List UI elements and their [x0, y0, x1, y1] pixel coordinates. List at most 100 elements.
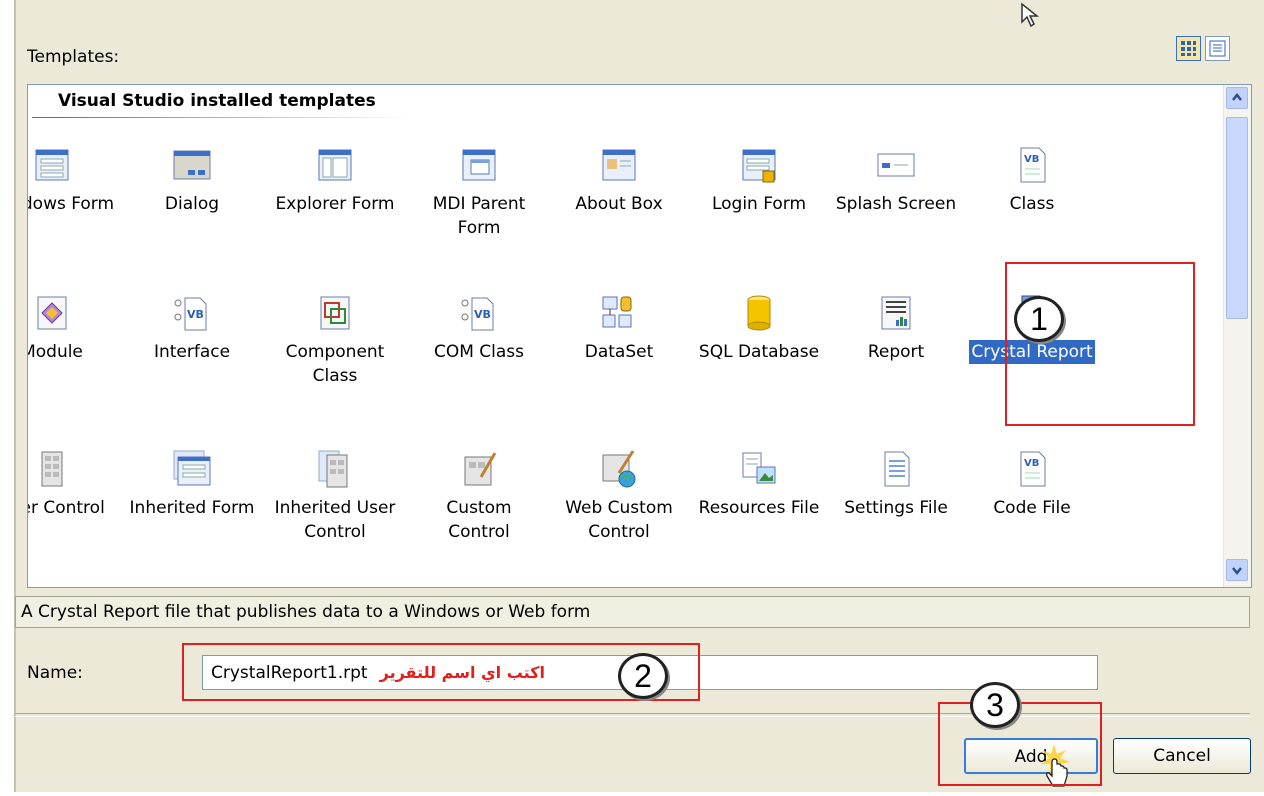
template-item-dialog[interactable]: Dialog — [121, 145, 263, 216]
template-label: Inherited User Control — [274, 498, 396, 542]
template-item-custom-control[interactable]: Custom Control — [408, 449, 550, 544]
separator — [15, 713, 1250, 717]
template-label: User Control — [28, 498, 105, 518]
template-label: Login Form — [711, 194, 807, 214]
large-icons-view-icon — [1181, 41, 1196, 56]
scroll-up-button[interactable] — [1226, 87, 1248, 109]
inherited-user-control-icon — [318, 450, 348, 488]
template-item-explorer-form[interactable]: Explorer Form — [264, 145, 406, 216]
add-button[interactable]: Add — [964, 738, 1098, 774]
list-view-icon — [1209, 40, 1226, 57]
com-class-icon: VB — [461, 297, 494, 331]
dialog-left-edge — [14, 0, 16, 792]
template-item-sql-database[interactable]: SQL Database — [688, 293, 830, 364]
template-item-vb-code-file[interactable]: VB Code File — [961, 449, 1103, 520]
cancel-button[interactable]: Cancel — [1113, 738, 1251, 774]
template-item-report[interactable]: Report — [825, 293, 967, 364]
template-label: Explorer Form — [275, 194, 395, 214]
group-title-underline — [32, 117, 412, 118]
template-label: Interface — [153, 342, 231, 362]
splash-screen-icon — [877, 153, 915, 177]
mouse-pointer-icon — [1021, 2, 1040, 28]
template-item-splash-screen[interactable]: Splash Screen — [825, 145, 967, 216]
template-label: Splash Screen — [835, 194, 957, 214]
template-item-com-class[interactable]: VB COM Class — [408, 293, 550, 364]
list-view-button[interactable] — [1205, 36, 1230, 61]
template-label: Code File — [993, 498, 1071, 518]
module-icon — [37, 296, 67, 330]
svg-text:VB: VB — [1024, 458, 1039, 469]
template-label: MDI Parent Form — [432, 194, 526, 238]
scroll-thumb[interactable] — [1226, 117, 1248, 319]
template-label: Custom Control — [446, 498, 512, 542]
vb-code-file-icon: VB — [1020, 451, 1046, 487]
resources-file-icon — [742, 452, 776, 484]
step-1-badge: 1 — [1014, 296, 1064, 342]
template-item-windows-form[interactable]: Windows Form — [28, 145, 123, 216]
name-input-value: CrystalReport1.rpt — [211, 663, 368, 683]
template-item-web-custom-control[interactable]: Web Custom Control — [548, 449, 690, 544]
chevron-up-icon — [1232, 92, 1242, 101]
step-2-badge: 2 — [618, 653, 668, 699]
windows-form-icon — [35, 149, 69, 181]
template-label: Resources File — [698, 498, 820, 518]
template-label: Windows Form — [28, 194, 115, 214]
template-label: Dialog — [164, 194, 220, 214]
dataset-icon — [602, 296, 632, 328]
template-item-component-class[interactable]: Component Class — [264, 293, 406, 388]
template-item-inherited-user-control[interactable]: Inherited User Control — [264, 449, 406, 544]
template-label: COM Class — [433, 342, 525, 362]
sql-database-icon — [747, 295, 771, 331]
mdi-parent-form-icon — [462, 149, 496, 181]
svg-text:VB: VB — [1024, 154, 1039, 165]
template-item-settings-file[interactable]: Settings File — [825, 449, 967, 520]
vb-class-icon: VB — [1020, 147, 1046, 183]
hand-cursor-icon — [1041, 744, 1070, 787]
custom-control-icon — [464, 452, 497, 486]
report-icon — [881, 296, 911, 330]
template-item-login-form[interactable]: Login Form — [688, 145, 830, 216]
template-item-user-control[interactable]: User Control — [28, 449, 123, 520]
scroll-down-button[interactable] — [1226, 559, 1248, 581]
template-label: About Box — [575, 194, 663, 214]
step-3-badge: 3 — [970, 682, 1020, 728]
templates-list[interactable]: Visual Studio installed templates Window… — [27, 84, 1252, 588]
svg-text:VB: VB — [474, 308, 491, 321]
component-class-icon — [320, 296, 350, 330]
template-label: Report — [867, 342, 925, 362]
template-item-about-box[interactable]: About Box — [548, 145, 690, 216]
template-item-interface[interactable]: VB Interface — [121, 293, 263, 364]
template-label: Module — [27, 342, 83, 362]
web-custom-control-icon — [602, 450, 636, 488]
dialog-icon — [173, 150, 211, 180]
template-label: DataSet — [584, 342, 654, 362]
about-box-icon — [602, 149, 636, 181]
template-item-dataset[interactable]: DataSet — [548, 293, 690, 364]
explorer-form-icon — [318, 149, 352, 181]
template-item-mdi-parent-form[interactable]: MDI Parent Form — [408, 145, 550, 240]
templates-label: Templates: — [27, 47, 120, 67]
template-item-module[interactable]: Module — [27, 293, 123, 364]
large-icons-view-button[interactable] — [1176, 36, 1201, 61]
template-label: SQL Database — [698, 342, 820, 362]
template-description: A Crystal Report file that publishes dat… — [15, 596, 1250, 628]
template-label: Component Class — [285, 342, 385, 386]
name-annotation: اكتب اي اسم للتقرير — [379, 663, 545, 682]
template-label: Crystal Report — [969, 340, 1095, 364]
inherited-form-icon — [173, 450, 211, 486]
login-form-icon — [742, 149, 776, 183]
template-item-vb-class[interactable]: VB Class — [961, 145, 1103, 216]
group-title: Visual Studio installed templates — [58, 91, 376, 111]
user-control-icon — [41, 451, 63, 487]
name-label: Name: — [27, 663, 83, 683]
template-label: Inherited Form — [129, 498, 255, 518]
svg-text:VB: VB — [187, 308, 204, 321]
settings-file-icon — [884, 451, 910, 487]
interface-icon: VB — [174, 297, 207, 331]
template-item-resources-file[interactable]: Resources File — [688, 449, 830, 520]
template-label: Class — [1009, 194, 1055, 214]
template-label: Web Custom Control — [565, 498, 673, 542]
chevron-down-icon — [1232, 567, 1242, 576]
template-item-inherited-form[interactable]: Inherited Form — [121, 449, 263, 520]
vertical-scrollbar[interactable] — [1223, 85, 1251, 587]
